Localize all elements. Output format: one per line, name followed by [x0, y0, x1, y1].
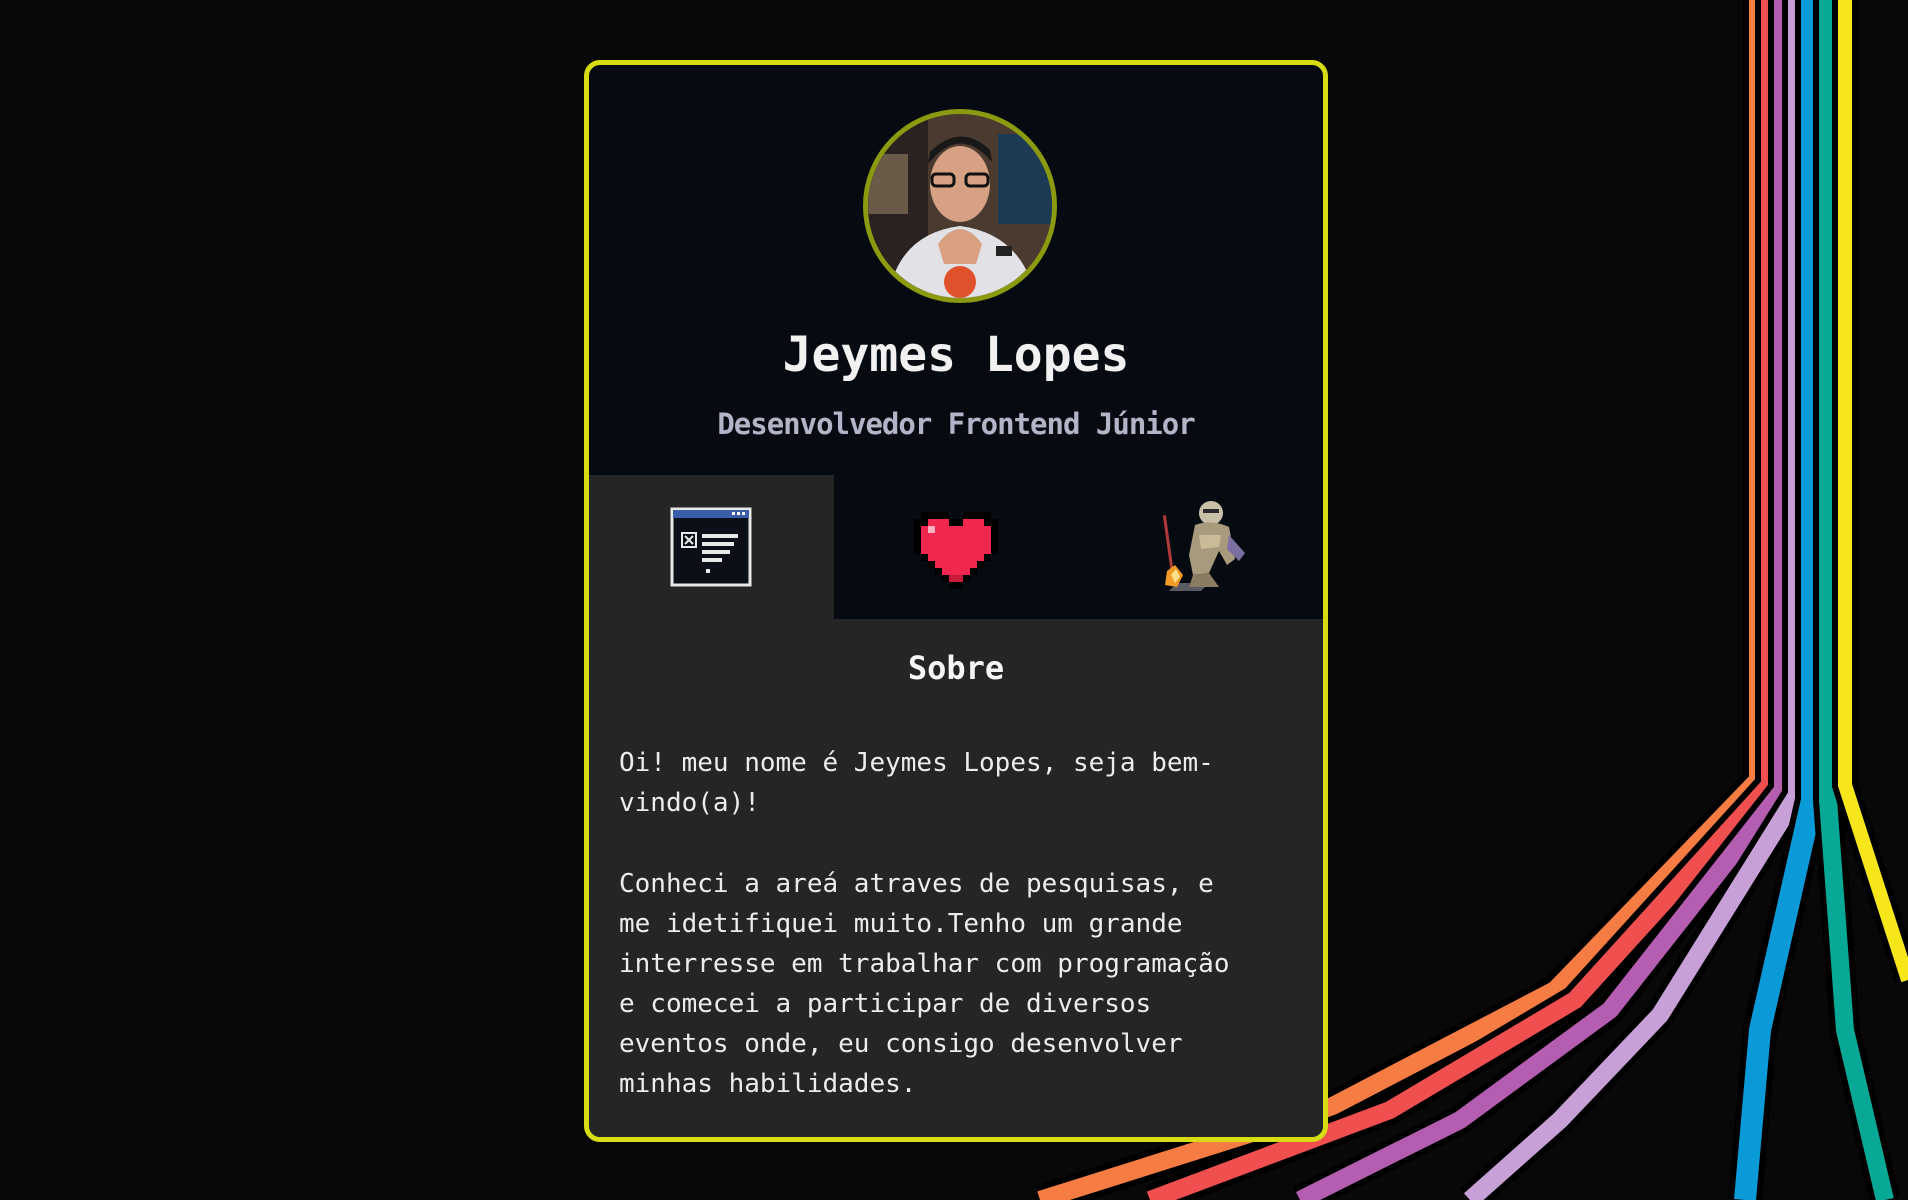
- avatar: [863, 109, 1057, 303]
- about-paragraph-1: Oi! meu nome é Jeymes Lopes, seja bem- v…: [619, 748, 1214, 818]
- profile-name: Jeymes Lopes: [782, 327, 1130, 383]
- tab-about[interactable]: [589, 475, 834, 619]
- tab-games[interactable]: [1078, 475, 1323, 619]
- pixel-heart-icon: [914, 512, 998, 589]
- about-paragraph-2: Conheci a areá atraves de pesquisas, e m…: [619, 869, 1230, 1099]
- profile-card: Jeymes Lopes Desenvolvedor Frontend Júni…: [584, 60, 1328, 1142]
- about-panel: Sobre Oi! meu nome é Jeymes Lopes, seja …: [589, 619, 1323, 1137]
- profile-photo: [868, 114, 1052, 298]
- profile-role: Desenvolvedor Frontend Júnior: [717, 407, 1195, 441]
- tab-bar: [589, 475, 1323, 619]
- tab-likes[interactable]: [834, 475, 1079, 619]
- about-title: Sobre: [907, 649, 1005, 687]
- browser-window-icon: [670, 507, 752, 587]
- page: Jeymes Lopes Desenvolvedor Frontend Júni…: [0, 0, 1908, 1200]
- knight-bonfire-icon: [1162, 501, 1245, 591]
